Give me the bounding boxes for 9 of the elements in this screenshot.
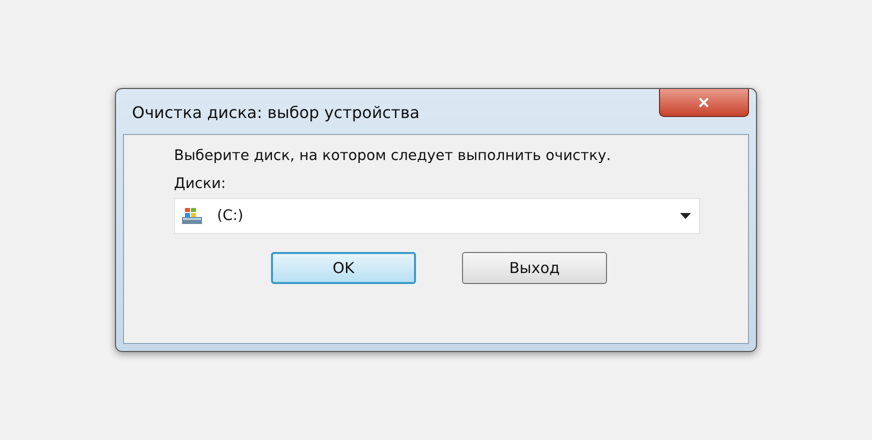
- exit-button[interactable]: Выход: [462, 252, 607, 284]
- window-title: Очистка диска: выбор устройства: [132, 103, 420, 122]
- selected-drive: (C:): [217, 208, 244, 224]
- ok-button[interactable]: OK: [271, 252, 416, 284]
- drive-icon: [181, 207, 203, 225]
- instruction-text: Выберите диск, на котором следует выполнить очистку.: [174, 147, 612, 166]
- caret-icon: [680, 213, 691, 219]
- drive-dropdown[interactable]: (C:): [174, 198, 700, 234]
- drives-label: Диски:: [174, 176, 227, 192]
